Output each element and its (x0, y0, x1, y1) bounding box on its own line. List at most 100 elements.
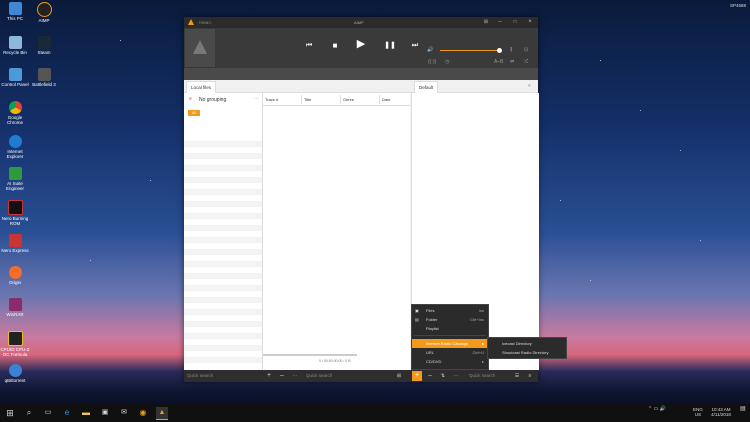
file-explorer-icon[interactable]: ▬ (80, 407, 92, 419)
desktop-icon-nero-rom[interactable]: Nero Burning ROM (0, 200, 30, 226)
menu-item-internet-radio[interactable]: Internet Radio Catalogs ▸ (412, 339, 488, 348)
desktop-icon-battlefield[interactable]: Battlefield 3 (29, 68, 59, 87)
all-filter-badge[interactable]: All (188, 110, 200, 116)
menu-item-files[interactable]: Files Ins ▣ (412, 306, 488, 315)
quick-search-tracks[interactable]: Quick search (306, 373, 332, 378)
visualization-icon[interactable]: ⊡ (524, 47, 528, 53)
aimp-icon (36, 2, 52, 17)
minimize-button[interactable]: – (494, 18, 506, 27)
tab-local-files[interactable]: Local files (186, 81, 217, 93)
maximize-button[interactable]: □ (509, 18, 521, 27)
desktop-icon-this-pc[interactable]: This PC (0, 2, 30, 21)
column-header-genre[interactable]: Genre (341, 95, 380, 104)
pause-button[interactable]: ❚❚ (384, 41, 396, 51)
desktop-icon-chrome[interactable]: Google Chrome (0, 101, 30, 125)
quick-search-local[interactable]: Quick search (187, 373, 213, 378)
aimp-placeholder-icon (193, 40, 207, 54)
volume-slider[interactable] (440, 50, 500, 51)
file-add-icon: ▣ (415, 308, 419, 313)
ai-suite-icon (8, 167, 22, 180)
remove-library-button[interactable]: – (277, 371, 287, 381)
cpuz-icon (7, 331, 23, 346)
horizontal-scrollbar[interactable] (263, 354, 357, 356)
origin-icon (8, 266, 22, 279)
language-indicator[interactable]: ENG US (693, 407, 703, 417)
column-header-track[interactable]: Track # (263, 95, 302, 104)
menu-item-folder[interactable]: Folder Ctrl+Ins ▤ (412, 315, 488, 324)
column-header-title[interactable]: Title (302, 95, 341, 104)
desktop-icon-winrar[interactable]: WinRAR (0, 298, 30, 317)
ab-repeat-button[interactable]: A–B (494, 59, 503, 65)
tab-default[interactable]: Default (414, 81, 439, 93)
radio-catalogs-submenu: Icecast Directory Shoutcast Radio Direct… (487, 337, 567, 359)
list-view-icon[interactable]: ☰ (512, 371, 522, 381)
grouping-pane: ≡ No grouping ⋯ All (184, 93, 263, 370)
start-windows-icon[interactable]: ⊞ (4, 407, 16, 419)
add-files-menu: Files Ins ▣ Folder Ctrl+Ins ▤ Playlist Inter… (411, 304, 489, 370)
desktop-icon-origin[interactable]: Origin (0, 266, 30, 285)
desktop-icon-control-panel[interactable]: Control Panel (0, 68, 30, 87)
settings-icon[interactable]: ⊞ (480, 18, 492, 27)
chrome-icon (8, 101, 22, 114)
menu-item-url[interactable]: URL Ctrl+U (412, 348, 488, 357)
task-view-icon[interactable]: ▭ (42, 407, 54, 419)
menu-item-cd-dvd[interactable]: CD/DVD ▸ (412, 357, 488, 366)
close-button[interactable]: × (524, 18, 536, 27)
desktop-icon-aimp[interactable]: AIMP (29, 2, 59, 23)
playlist-more-icon[interactable]: ⋯ (451, 371, 461, 381)
quick-search-playlist[interactable]: Quick search (469, 373, 495, 378)
sort-icon[interactable]: ⇅ (438, 371, 448, 381)
add-library-button[interactable]: + (264, 371, 274, 381)
tracks-pane: Track # Title Genre Date (263, 93, 410, 370)
desktop-icon-ai-suite[interactable]: AI Suite Engineer (0, 167, 30, 191)
app-menu-label[interactable]: RIBBO (199, 20, 211, 25)
playlist-menu-icon[interactable]: ≡ (525, 371, 535, 381)
previous-track-button[interactable]: ⏮ (303, 41, 315, 51)
network-icon[interactable]: ⌃ ▭ 🔊 (648, 407, 666, 412)
notifications-icon[interactable]: ▤ (740, 406, 746, 412)
seek-strip[interactable] (184, 68, 538, 80)
library-more-icon[interactable]: ⋯ (290, 371, 300, 381)
desktop-icon-cpuz[interactable]: CPUID CPU-Z OC Formula (0, 331, 30, 357)
view-grid-icon[interactable]: ⊞ (394, 371, 404, 381)
desktop-icon-recycle-bin[interactable]: Recycle Bin (0, 36, 30, 55)
radio-icon[interactable]: ((·)) (428, 59, 436, 65)
menu-item-icecast[interactable]: Icecast Directory (488, 339, 566, 348)
equalizer-icon[interactable]: ⫼ (510, 47, 512, 53)
desktop-icon-nero-express[interactable]: Nero Express (0, 234, 30, 253)
chrome-taskbar-icon[interactable]: ◉ (137, 407, 149, 419)
search-icon[interactable]: ⌕ (23, 407, 35, 419)
stop-button[interactable]: ■ (329, 41, 341, 51)
volume-slider-knob[interactable] (497, 48, 502, 53)
desktop-icon-steam[interactable]: Steam (29, 36, 59, 55)
clock[interactable]: 10:43 AM 4/11/2018 (706, 407, 736, 417)
menu-item-shoutcast[interactable]: Shoutcast Radio Directory (488, 348, 566, 357)
shuffle-icon[interactable]: ⤮ (524, 59, 528, 65)
repeat-icon[interactable]: ⇄ (510, 59, 514, 65)
play-button[interactable]: ▶ (355, 39, 367, 50)
grouping-selector[interactable]: No grouping (199, 97, 226, 103)
menu-item-playlist[interactable]: Playlist (412, 324, 488, 333)
menu-icon[interactable]: ≡ (189, 96, 192, 102)
timer-icon[interactable]: ◷ (445, 59, 449, 65)
edge-icon[interactable]: e (61, 407, 73, 419)
title-bar[interactable]: RIBBO AIMP ⊞ – □ × (184, 17, 538, 28)
folder-add-icon: ▤ (415, 317, 419, 322)
store-icon[interactable]: ▣ (99, 407, 111, 419)
aimp-taskbar-icon[interactable]: ▲ (156, 407, 168, 420)
add-to-playlist-button[interactable]: + (412, 371, 422, 381)
desktop-icon-ie[interactable]: Internet Explorer (0, 135, 30, 159)
remove-playlist-button[interactable]: – (425, 371, 435, 381)
volume-icon[interactable]: 🔊 (427, 47, 433, 53)
pane-header (184, 80, 538, 93)
library-status: 0 / 00:00:00:00 / 0 B (319, 359, 351, 363)
mail-icon[interactable]: ✉ (118, 407, 130, 419)
star-icon[interactable]: ★ (527, 83, 531, 89)
taskbar: ⊞ ⌕ ▭ e ▬ ▣ ✉ ◉ ▲ ⌃ ▭ 🔊 ENG US 10:43 AM 4/… (0, 404, 750, 422)
control-panel-icon (8, 68, 22, 81)
desktop-icon-qbittorrent[interactable]: qBittorrent (0, 364, 30, 383)
column-header-date[interactable]: Date (380, 95, 410, 104)
more-icon[interactable]: ⋯ (254, 96, 259, 102)
corner-text: SP4588 (729, 3, 746, 8)
next-track-button[interactable]: ⏭ (409, 41, 421, 51)
